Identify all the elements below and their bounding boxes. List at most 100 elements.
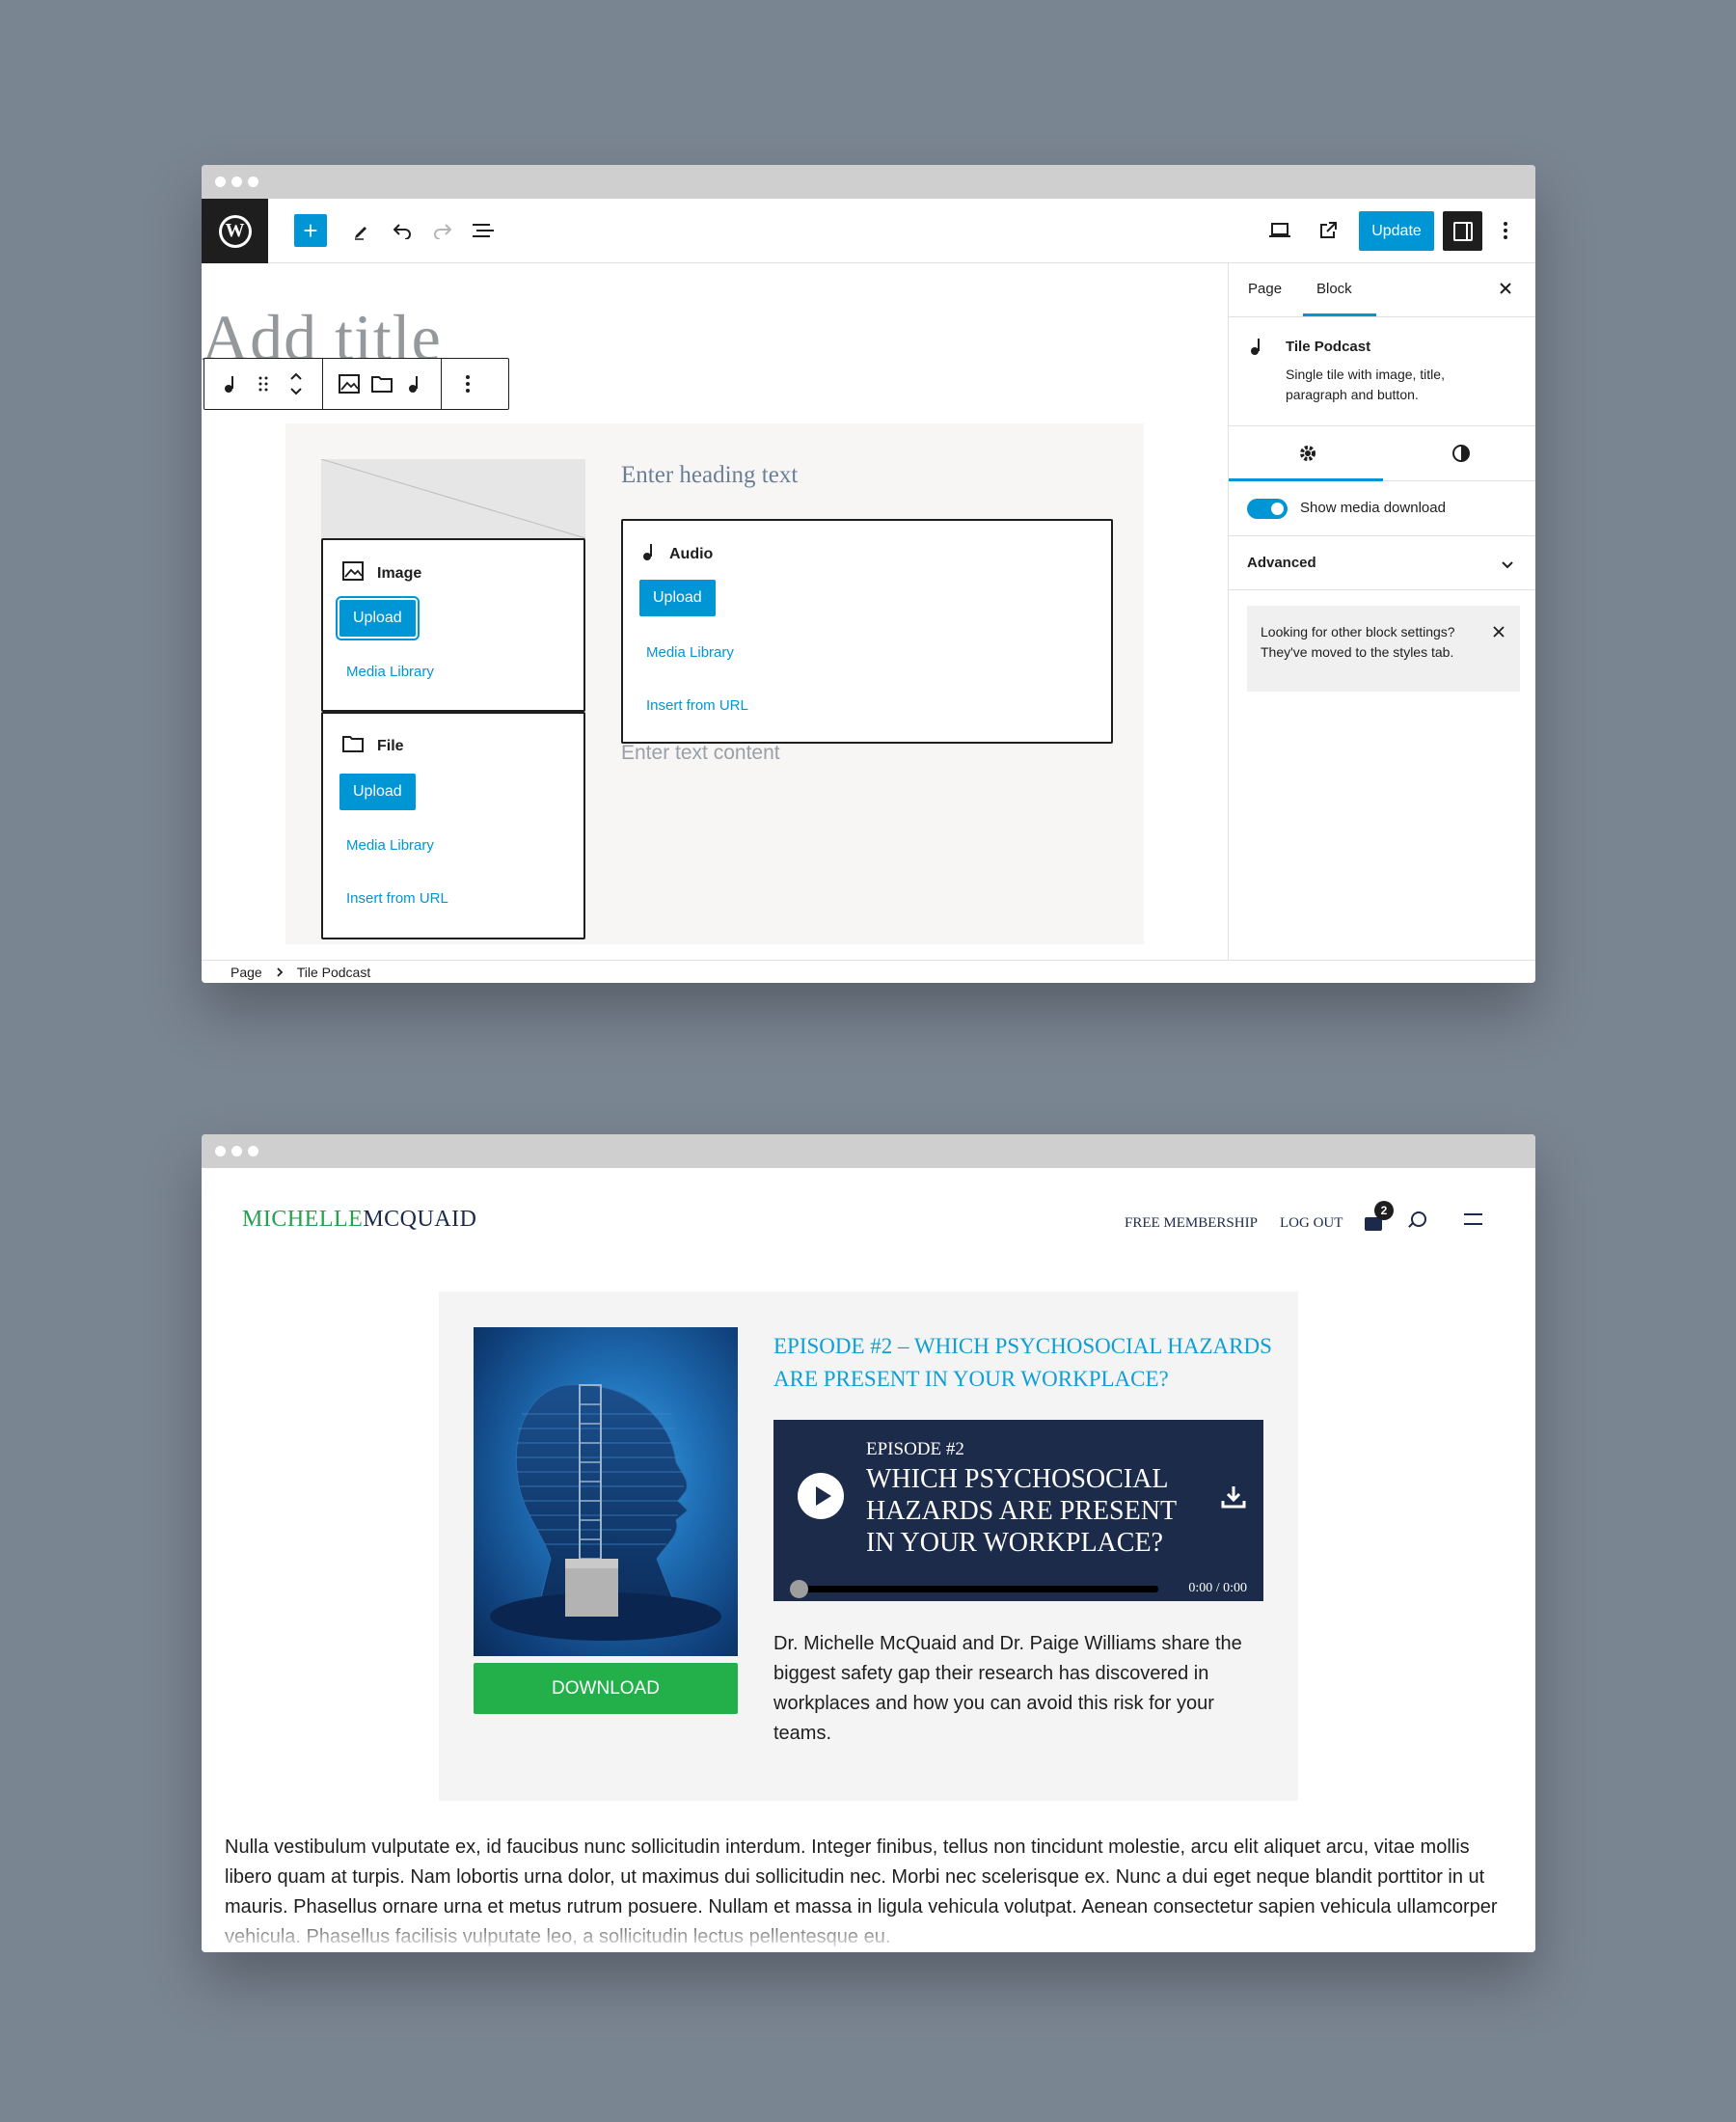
update-button[interactable]: Update xyxy=(1359,211,1434,251)
image-box-title: Image xyxy=(377,564,422,582)
podcast-tile: DOWNLOAD EPISODE #2 – WHICH PSYCHOSOCIAL… xyxy=(439,1292,1298,1801)
file-media-library-link[interactable]: Media Library xyxy=(346,837,434,854)
settings-sidebar: Page Block Tile Podcast Single tile with… xyxy=(1228,263,1535,960)
gear-icon[interactable] xyxy=(1298,444,1317,468)
heading-placeholder[interactable]: Enter heading text xyxy=(621,462,798,489)
window-close-dot[interactable] xyxy=(215,1146,226,1156)
episode-description: Dr. Michelle McQuaid and Dr. Paige Willi… xyxy=(773,1633,1242,1744)
cart-count-badge: 2 xyxy=(1374,1201,1394,1220)
window-minimize-dot[interactable] xyxy=(231,1146,242,1156)
advanced-label: Advanced xyxy=(1247,555,1316,571)
toggle-label: Show media download xyxy=(1300,500,1446,516)
play-icon[interactable] xyxy=(798,1473,844,1519)
contrast-icon[interactable] xyxy=(1451,444,1471,468)
tab-block[interactable]: Block xyxy=(1316,281,1352,297)
external-link-icon[interactable] xyxy=(1311,212,1345,249)
logo-first-name: michelle xyxy=(242,1198,364,1234)
chevron-down-icon[interactable] xyxy=(1501,558,1514,575)
file-upload-box: File Upload Media Library Insert from UR… xyxy=(321,712,585,939)
add-block-button[interactable]: + xyxy=(294,214,327,247)
text-content-placeholder[interactable]: Enter text content xyxy=(621,742,780,765)
wordpress-logo[interactable]: W xyxy=(202,199,268,263)
file-upload-button[interactable]: Upload xyxy=(339,774,416,810)
editor-top-toolbar: W + Update xyxy=(202,199,1535,263)
browser-chrome xyxy=(202,1134,1535,1168)
music-note-icon[interactable] xyxy=(398,365,431,403)
styles-notice: Looking for other block settings? They'v… xyxy=(1247,606,1520,692)
audio-box-title: Audio xyxy=(669,545,714,562)
tab-page[interactable]: Page xyxy=(1248,281,1282,297)
folder-icon[interactable] xyxy=(366,365,398,403)
search-icon[interactable] xyxy=(1411,1211,1426,1227)
nav-free-membership[interactable]: FREE MEMBERSHIP xyxy=(1125,1215,1258,1232)
episode-cover-image xyxy=(474,1327,738,1656)
player-episode-number: EPISODE #2 xyxy=(866,1439,964,1459)
folder-icon xyxy=(342,735,364,757)
editor-window: W + Update Add title Image Upload Media … xyxy=(202,165,1535,983)
audio-media-library-link[interactable]: Media Library xyxy=(646,644,734,661)
browser-chrome xyxy=(202,165,1535,199)
tile-podcast-block[interactable]: Image Upload Media Library File Upload M… xyxy=(285,423,1144,944)
image-upload-box: Image Upload Media Library xyxy=(321,538,585,712)
audio-insert-url-link[interactable]: Insert from URL xyxy=(646,697,748,714)
player-time: 0:00 / 0:00 xyxy=(1188,1581,1247,1595)
bottom-fade xyxy=(202,1914,1535,1952)
episode-title[interactable]: EPISODE #2 – WHICH PSYCHOSOCIAL HAZARDS … xyxy=(773,1330,1275,1396)
frontend-window: michellemcquaid FREE MEMBERSHIP LOG OUT … xyxy=(202,1134,1535,1952)
block-toolbar xyxy=(203,358,509,410)
chevron-right-icon xyxy=(276,965,284,980)
player-episode-title: WHICH PSYCHOSOCIAL HAZARDS ARE PRESENT I… xyxy=(866,1464,1177,1558)
list-view-icon[interactable] xyxy=(466,212,501,249)
breadcrumb-block[interactable]: Tile Podcast xyxy=(297,965,371,980)
drag-handle-icon[interactable] xyxy=(247,365,280,403)
sidebar-tabs: Page Block xyxy=(1229,263,1535,317)
window-close-dot[interactable] xyxy=(215,177,226,187)
redo-icon[interactable] xyxy=(425,212,460,249)
breadcrumb: Page Tile Podcast xyxy=(202,960,1535,983)
inspector-tabs xyxy=(1229,426,1535,481)
music-note-icon xyxy=(642,542,656,566)
audio-upload-button[interactable]: Upload xyxy=(639,580,716,616)
music-note-icon xyxy=(1250,337,1263,361)
block-description: Single tile with image, title, paragraph… xyxy=(1286,367,1445,402)
advanced-panel[interactable]: Advanced xyxy=(1229,536,1535,590)
window-minimize-dot[interactable] xyxy=(231,177,242,187)
file-insert-url-link[interactable]: Insert from URL xyxy=(346,890,448,907)
editor-canvas: Add title Image Upload Media Library Fil… xyxy=(202,263,1228,960)
cart-icon[interactable]: 2 xyxy=(1363,1201,1394,1231)
block-card: Tile Podcast Single tile with image, tit… xyxy=(1229,317,1535,426)
download-button[interactable]: DOWNLOAD xyxy=(474,1663,738,1714)
image-icon xyxy=(342,561,364,585)
progress-track[interactable] xyxy=(798,1586,1158,1592)
sidebar-toggle-icon[interactable] xyxy=(1443,211,1482,251)
image-icon[interactable] xyxy=(333,365,366,403)
window-zoom-dot[interactable] xyxy=(248,177,258,187)
image-placeholder xyxy=(321,459,585,538)
music-note-icon[interactable] xyxy=(214,365,247,403)
active-tab-indicator xyxy=(1303,313,1376,316)
move-arrows-icon[interactable] xyxy=(280,365,312,403)
download-icon[interactable] xyxy=(1220,1483,1247,1510)
window-zoom-dot[interactable] xyxy=(248,1146,258,1156)
menu-icon[interactable] xyxy=(1464,1213,1482,1225)
notice-text: Looking for other block settings? They'v… xyxy=(1261,624,1455,660)
site-logo[interactable]: michellemcquaid xyxy=(242,1198,476,1235)
close-icon[interactable] xyxy=(1499,276,1512,301)
media-download-toggle-row: Show media download xyxy=(1229,481,1535,536)
image-media-library-link[interactable]: Media Library xyxy=(346,664,434,680)
image-upload-button[interactable]: Upload xyxy=(336,596,420,640)
undo-icon[interactable] xyxy=(385,212,420,249)
media-download-toggle[interactable] xyxy=(1247,499,1288,519)
logo-last-name: mcquaid xyxy=(363,1198,477,1234)
file-box-title: File xyxy=(377,737,404,754)
close-icon[interactable] xyxy=(1493,623,1505,643)
audio-upload-box: Audio Upload Media Library Insert from U… xyxy=(621,519,1113,744)
nav-log-out[interactable]: LOG OUT xyxy=(1280,1215,1343,1232)
desktop-preview-icon[interactable] xyxy=(1262,212,1297,249)
block-name: Tile Podcast xyxy=(1286,339,1371,355)
more-options-icon[interactable] xyxy=(1494,212,1517,249)
more-options-icon[interactable] xyxy=(451,365,484,403)
progress-handle[interactable] xyxy=(790,1580,808,1598)
pencil-icon[interactable] xyxy=(344,212,379,249)
breadcrumb-page[interactable]: Page xyxy=(231,965,262,980)
